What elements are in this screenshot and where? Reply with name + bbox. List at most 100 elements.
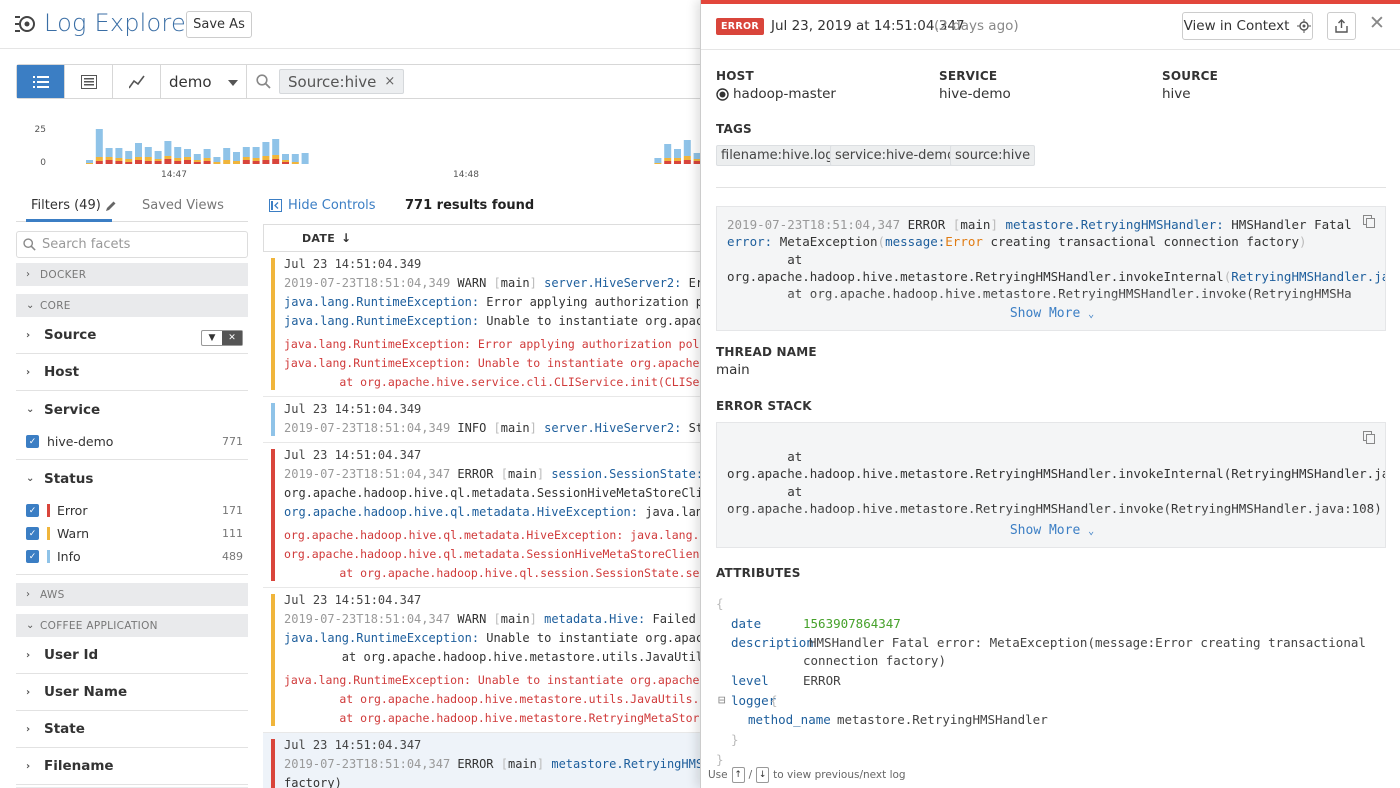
histogram-bar-warn[interactable]: [233, 161, 240, 164]
histogram-bar-warn[interactable]: [203, 158, 211, 161]
histogram-bar-info[interactable]: [184, 149, 191, 157]
histogram-bar-info[interactable]: [674, 149, 681, 158]
histogram-bar-info[interactable]: [135, 143, 142, 157]
histogram-bar-error[interactable]: [193, 162, 201, 164]
checkbox-checked[interactable]: ✓: [26, 504, 39, 517]
histogram-bar-warn[interactable]: [135, 157, 142, 160]
histogram-bar-info[interactable]: [272, 139, 280, 155]
histogram-bar-error[interactable]: [282, 162, 289, 164]
facet-host[interactable]: › Host: [16, 354, 248, 391]
facet-group-coffee-application[interactable]: ⌄ COFFEE APPLICATION: [16, 614, 248, 637]
histogram-bar-error[interactable]: [154, 161, 162, 164]
histogram-bar-warn[interactable]: [262, 156, 270, 160]
facet-search-input[interactable]: Search facets: [16, 231, 248, 258]
histogram-bar-error[interactable]: [272, 159, 280, 164]
histogram-bar-warn[interactable]: [174, 158, 182, 161]
facet-status[interactable]: ⌄ Status: [16, 460, 248, 497]
histogram-bar-error[interactable]: [105, 160, 113, 164]
checkbox-checked[interactable]: ✓: [26, 527, 39, 540]
attr-key-method-name[interactable]: method_name: [748, 712, 831, 727]
histogram-bar-error[interactable]: [683, 160, 691, 164]
histogram-bar-info[interactable]: [213, 157, 221, 162]
facet-value-error[interactable]: ✓ Error 171: [16, 499, 248, 522]
save-as-button[interactable]: Save As: [186, 11, 252, 38]
histogram-bar-warn[interactable]: [252, 158, 260, 161]
attr-value-level[interactable]: ERROR: [803, 673, 841, 688]
attr-value-description-2[interactable]: connection factory): [803, 653, 946, 668]
attr-value-method-name[interactable]: metastore.RetryingHMSHandler: [837, 712, 1048, 727]
histogram-bar-info[interactable]: [664, 144, 672, 158]
attr-value-date[interactable]: 1563907864347: [803, 616, 901, 631]
log-entry[interactable]: Jul 23 14:51:04.347 2019-07-23T18:51:04,3…: [263, 588, 703, 733]
facet-user-id[interactable]: › User Id: [16, 637, 248, 674]
copy-icon[interactable]: [1363, 215, 1375, 228]
log-entry[interactable]: Jul 23 14:51:04.349 2019-07-23T18:51:04,3…: [263, 252, 703, 397]
histogram-bar-error[interactable]: [184, 160, 191, 164]
histogram-bar-error[interactable]: [252, 161, 260, 164]
histogram-bar-warn[interactable]: [125, 159, 133, 162]
histogram-bar-warn[interactable]: [272, 155, 280, 159]
log-entry[interactable]: Jul 23 14:51:04.347 2019-07-23T18:51:04,3…: [263, 733, 703, 788]
histogram-bar-info[interactable]: [125, 151, 133, 159]
tag-service[interactable]: service:hive-demo: [830, 145, 961, 166]
pencil-icon[interactable]: [105, 200, 117, 212]
index-select[interactable]: demo: [161, 65, 247, 98]
tag-source[interactable]: source:hive: [950, 145, 1036, 166]
host-value[interactable]: hadoop-master: [733, 86, 836, 102]
service-value[interactable]: hive-demo: [939, 86, 1011, 102]
facet-group-core[interactable]: ⌄ CORE: [16, 294, 248, 317]
histogram-bar-warn[interactable]: [95, 157, 103, 161]
histogram-bar-error[interactable]: [174, 161, 182, 164]
histogram-bar-warn[interactable]: [184, 157, 191, 160]
patterns-view-button[interactable]: [65, 65, 113, 98]
histogram-bar-warn[interactable]: [683, 156, 691, 160]
histogram-bar-warn[interactable]: [223, 160, 231, 164]
histogram-bar-error[interactable]: [203, 161, 211, 164]
remove-icon[interactable]: ✕: [222, 331, 242, 345]
tab-saved-views[interactable]: Saved Views: [142, 198, 224, 213]
histogram-bar-info[interactable]: [291, 154, 299, 162]
histogram-bar-info[interactable]: [144, 147, 152, 157]
histogram-bar-info[interactable]: [154, 151, 162, 159]
histogram-bar-info[interactable]: [174, 147, 182, 158]
histogram-bar-info[interactable]: [95, 129, 103, 157]
histogram-bar-warn[interactable]: [144, 157, 152, 161]
attr-key-date[interactable]: date: [731, 616, 761, 631]
histogram-bar-info[interactable]: [242, 147, 250, 157]
histogram-bar-warn[interactable]: [664, 158, 672, 161]
facet-value-warn[interactable]: ✓ Warn 111: [16, 522, 248, 545]
attr-key-description[interactable]: description: [731, 635, 814, 650]
histogram-bar-info[interactable]: [233, 152, 240, 161]
histogram-bar-info[interactable]: [164, 141, 172, 156]
analytics-view-button[interactable]: [113, 65, 161, 98]
histogram-bar-error[interactable]: [125, 162, 133, 164]
histogram-bar-info[interactable]: [683, 140, 691, 156]
histogram-bar-warn[interactable]: [164, 156, 172, 159]
list-view-button[interactable]: [17, 65, 65, 98]
histogram-bar-info[interactable]: [252, 147, 260, 158]
histogram-bar-error[interactable]: [144, 161, 152, 164]
facet-service[interactable]: ⌄ Service: [16, 391, 248, 428]
histogram-bar-error[interactable]: [135, 160, 142, 164]
facet-source[interactable]: › Source ▼ ✕: [16, 317, 248, 354]
histogram-bar-info[interactable]: [223, 148, 231, 160]
histogram-bar-info[interactable]: [86, 160, 93, 163]
histogram-bar-info[interactable]: [654, 158, 662, 163]
show-more-message-button[interactable]: Show More ⌄: [717, 306, 1385, 321]
date-column-header[interactable]: DATE ↓: [263, 224, 703, 252]
tab-filters[interactable]: Filters (49): [31, 198, 117, 213]
histogram-bar-warn[interactable]: [674, 158, 681, 161]
remove-filter-icon[interactable]: ×: [384, 74, 395, 89]
facet-group-aws[interactable]: › AWS: [16, 583, 248, 606]
histogram-bar-info[interactable]: [301, 153, 309, 164]
checkbox-checked[interactable]: ✓: [26, 435, 39, 448]
collapse-logger-icon[interactable]: ⊟: [718, 692, 726, 707]
histogram-bar-warn[interactable]: [291, 162, 299, 164]
histogram-bar-error[interactable]: [262, 160, 270, 164]
attr-value-description-1[interactable]: HMSHandler Fatal error: MetaException(me…: [809, 635, 1366, 650]
facet-group-docker[interactable]: › DOCKER: [16, 263, 248, 286]
histogram-bar-error[interactable]: [164, 159, 172, 164]
histogram-bar-error[interactable]: [674, 161, 681, 164]
histogram-bar-warn[interactable]: [654, 163, 662, 164]
histogram-bar-warn[interactable]: [86, 163, 93, 164]
